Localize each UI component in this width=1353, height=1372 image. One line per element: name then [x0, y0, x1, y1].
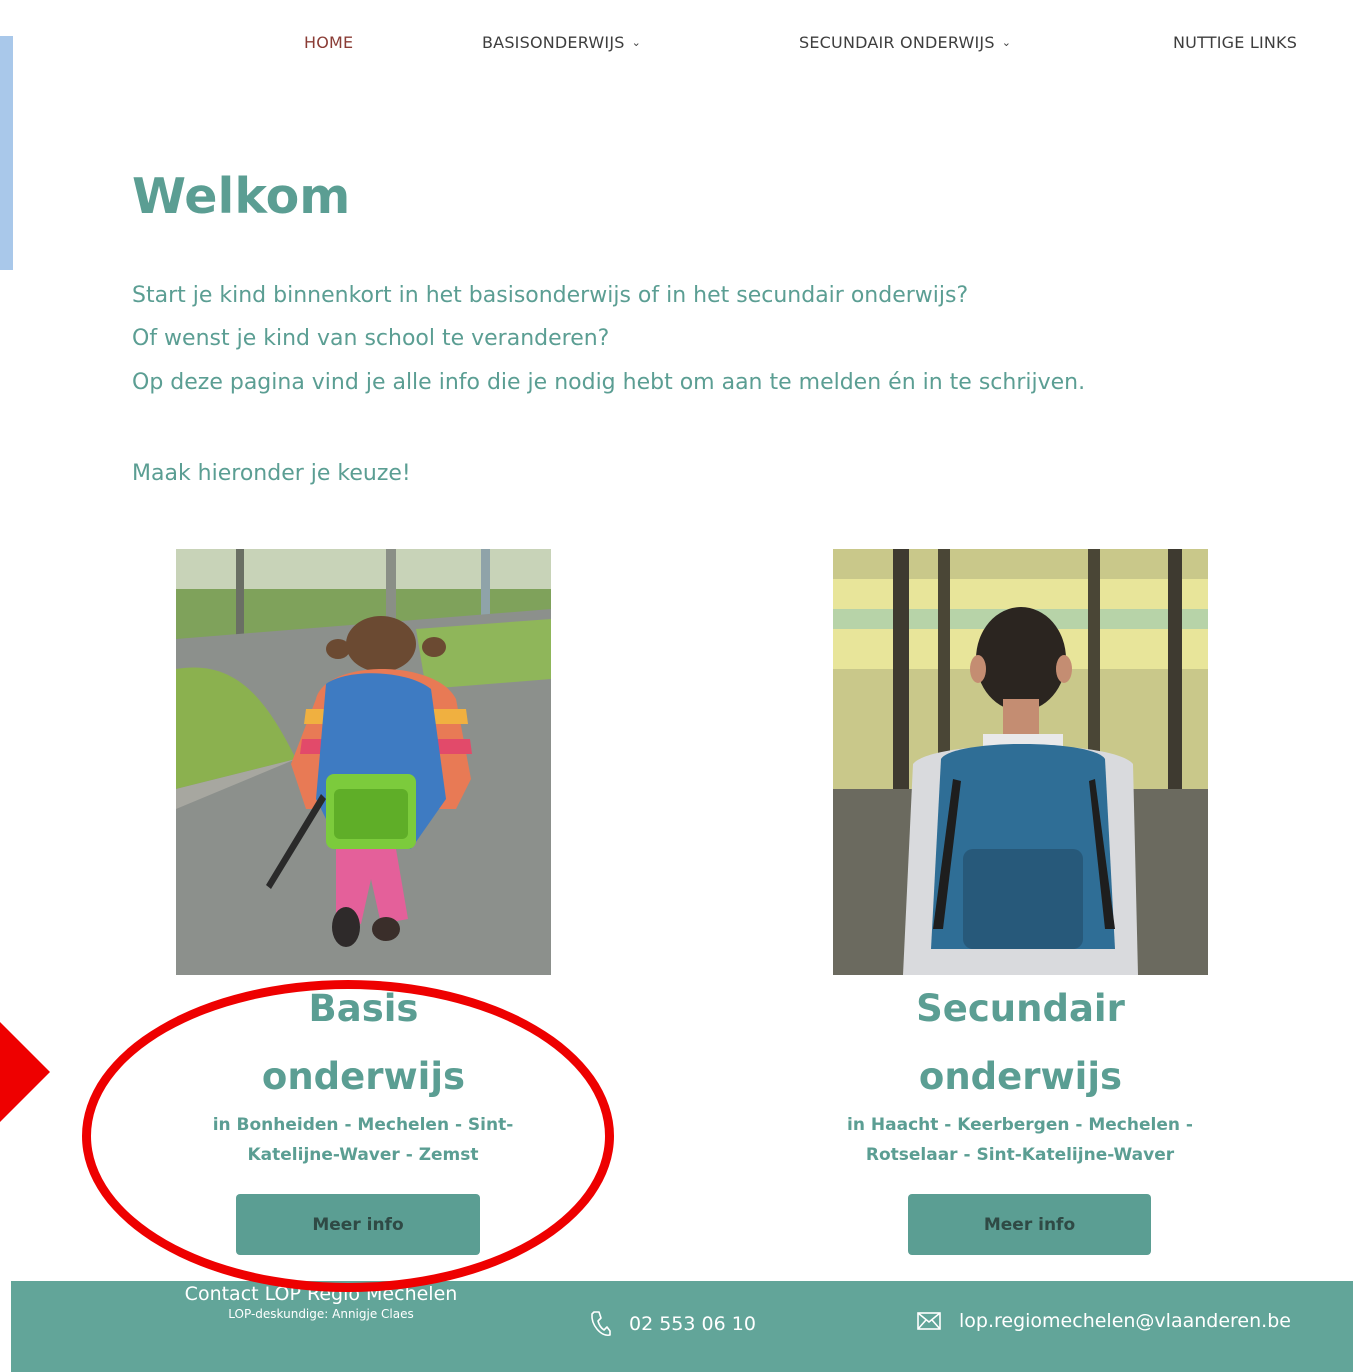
- intro-line-1: Start je kind binnenkort in het basisond…: [132, 283, 969, 308]
- red-arrow-annotation: [0, 1022, 50, 1122]
- intro-line-3: Op deze pagina vind je alle info die je …: [132, 370, 1086, 395]
- phone-icon: [591, 1311, 611, 1336]
- choice-prompt: Maak hieronder je keuze!: [132, 461, 411, 486]
- card-secundair-sub-line2: Rotselaar - Sint-Katelijne-Waver: [865, 1145, 1175, 1165]
- page-title: Welkom: [132, 168, 351, 225]
- card-basis-sub-line2: Katelijne-Waver - Zemst: [247, 1145, 479, 1165]
- footer-email[interactable]: lop.regiomechelen@vlaanderen.be: [917, 1310, 1291, 1332]
- card-basis-sub-line1: in Bonheiden - Mechelen - Sint-: [212, 1115, 514, 1135]
- card-basis-title-line1: Basis: [308, 987, 419, 1030]
- chevron-down-icon: ⌄: [631, 36, 642, 49]
- footer-contact: Contact LOP Regio Mechelen LOP-deskundig…: [171, 1281, 471, 1321]
- footer-email-address[interactable]: lop.regiomechelen@vlaanderen.be: [959, 1310, 1291, 1332]
- card-basis-title-line2: onderwijs: [261, 1055, 466, 1098]
- nav-item-nuttige-links[interactable]: NUTTIGE LINKS: [1173, 33, 1297, 52]
- boy-with-backpack-photo[interactable]: [833, 549, 1208, 975]
- card-secundair-title-line2: onderwijs: [918, 1055, 1123, 1098]
- nav-item-secundair-onderwijs[interactable]: SECUNDAIR ONDERWIJS ⌄: [799, 33, 1011, 52]
- girl-with-backpack-photo[interactable]: [176, 549, 551, 975]
- nav-item-basisonderwijs-label: BASISONDERWIJS: [482, 33, 625, 52]
- nav-item-home[interactable]: HOME: [304, 33, 353, 52]
- footer-phone[interactable]: 02 553 06 10: [589, 1310, 756, 1338]
- footer-contact-sub: LOP-deskundige: Annigje Claes: [228, 1307, 414, 1321]
- intro-line-2: Of wenst je kind van school te verandere…: [132, 326, 610, 351]
- card-secundair-sub-line1: in Haacht - Keerbergen - Mechelen -: [847, 1115, 1193, 1135]
- footer-phone-number[interactable]: 02 553 06 10: [629, 1313, 756, 1335]
- contact-footer: Contact LOP Regio Mechelen LOP-deskundig…: [11, 1281, 1353, 1372]
- mail-icon: [917, 1312, 941, 1330]
- basis-meer-info-button[interactable]: Meer info: [236, 1194, 480, 1255]
- nav-item-secundair-label: SECUNDAIR ONDERWIJS: [799, 33, 995, 52]
- main-navigation: HOME BASISONDERWIJS ⌄ SECUNDAIR ONDERWIJS…: [0, 0, 1353, 86]
- card-secundair-title-line1: Secundair: [916, 987, 1125, 1030]
- nav-item-basisonderwijs[interactable]: BASISONDERWIJS ⌄: [482, 33, 641, 52]
- chevron-down-icon: ⌄: [1001, 36, 1012, 49]
- secundair-meer-info-button[interactable]: Meer info: [908, 1194, 1151, 1255]
- footer-contact-title: Contact LOP Regio Mechelen: [184, 1283, 458, 1305]
